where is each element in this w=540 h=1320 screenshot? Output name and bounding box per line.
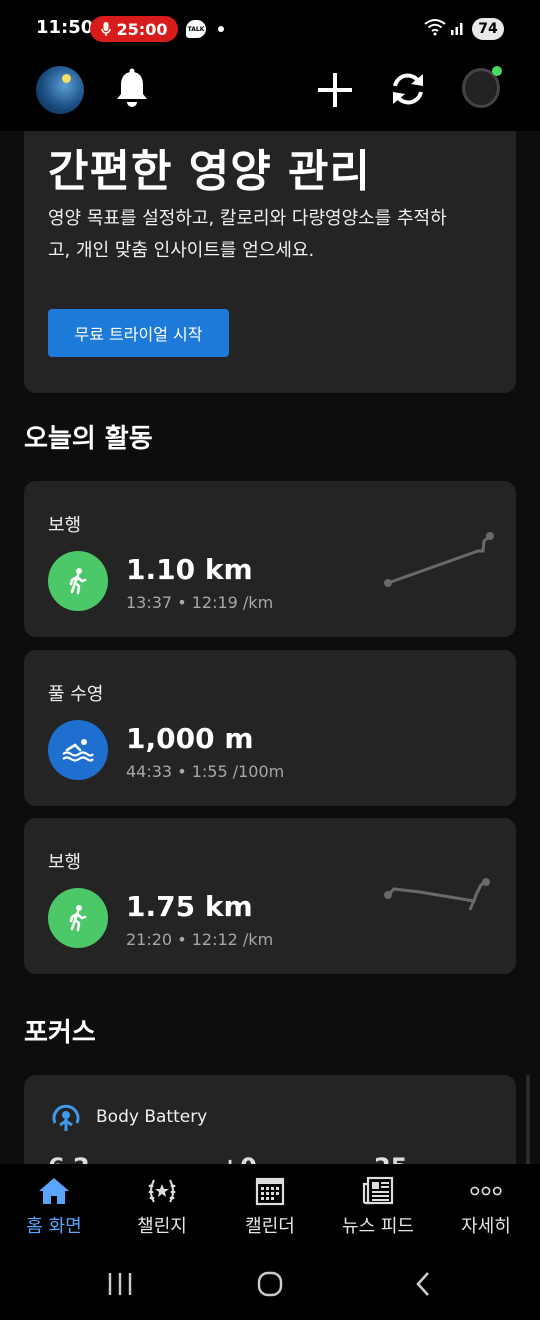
add-button[interactable] — [315, 70, 355, 110]
activity-details: 21:20 • 12:12 /km — [126, 930, 274, 949]
home-icon — [38, 1176, 70, 1206]
nav-newsfeed-label: 뉴스 피드 — [342, 1216, 414, 1237]
device-watch-button[interactable] — [460, 64, 504, 112]
bell-icon[interactable] — [114, 68, 150, 108]
body-battery-icon — [52, 1104, 80, 1131]
nav-home[interactable]: 홈 화면 — [0, 1164, 108, 1248]
nav-more-label: 자세히 — [461, 1216, 511, 1237]
nav-challenges[interactable]: 챌린지 — [108, 1164, 216, 1248]
body-battery-label: Body Battery — [96, 1107, 208, 1127]
activity-distance: 1.75 km — [126, 890, 253, 923]
home-system-button[interactable] — [256, 1270, 284, 1298]
back-button[interactable] — [410, 1270, 438, 1298]
route-map-thumbnail — [384, 878, 490, 911]
recording-timer: 25:00 — [116, 19, 168, 39]
nav-calendar[interactable]: 캘린더 — [216, 1164, 324, 1248]
bottom-navigation: 홈 화면 챌린지 캘린더 뉴스 피드 자세히 — [0, 1164, 540, 1248]
start-trial-button[interactable]: 무료 트라이얼 시작 — [48, 309, 229, 357]
talk-notification-icon: TALK — [186, 20, 206, 38]
wifi-icon — [424, 19, 446, 36]
walk-icon — [48, 888, 108, 948]
activity-type: 풀 수영 — [48, 684, 104, 705]
avatar[interactable] — [36, 66, 84, 114]
laurel-icon — [146, 1176, 178, 1206]
nav-newsfeed[interactable]: 뉴스 피드 — [324, 1164, 432, 1248]
activities-section-title: 오늘의 활동 — [24, 424, 153, 454]
route-map-thumbnail — [384, 532, 494, 587]
nav-calendar-label: 캘린더 — [245, 1216, 295, 1237]
activity-distance: 1.10 km — [126, 553, 253, 586]
newspaper-icon — [362, 1176, 394, 1206]
activity-card[interactable]: 보행 1.10 km 13:37 • 12:19 /km — [24, 481, 516, 637]
walk-icon — [48, 551, 108, 611]
activity-distance: 1,000 m — [126, 722, 254, 755]
status-time: 11:50 — [36, 17, 94, 38]
activity-type: 보행 — [48, 852, 82, 873]
activity-type: 보행 — [48, 515, 82, 536]
promo-description: 영양 목표를 설정하고, 칼로리와 다량영양소를 추적하고, 개인 맞춤 인사이… — [48, 208, 447, 261]
activity-details: 13:37 • 12:19 /km — [126, 593, 274, 612]
nav-more[interactable]: 자세히 — [432, 1164, 540, 1248]
device-connected-dot — [492, 66, 502, 76]
promo-title: 간편한 영양 관리 — [48, 146, 371, 197]
recent-apps-button[interactable] — [106, 1270, 134, 1298]
system-navigation-bar — [0, 1248, 540, 1320]
activity-card[interactable]: 풀 수영 1,000 m 44:33 • 1:55 /100m — [24, 650, 516, 806]
calendar-icon — [254, 1176, 286, 1206]
nav-home-label: 홈 화면 — [26, 1216, 82, 1237]
more-notifications-dot-icon — [218, 26, 224, 32]
app-header — [0, 56, 540, 131]
status-bar: 11:50 25:00 TALK 74 — [0, 0, 540, 56]
activity-card[interactable]: 보행 1.75 km 21:20 • 12:12 /km — [24, 818, 516, 974]
signal-icon — [451, 23, 463, 35]
more-icon — [470, 1176, 502, 1206]
recording-indicator[interactable]: 25:00 — [90, 16, 178, 42]
focus-section-title: 포커스 — [24, 1018, 96, 1048]
battery-indicator: 74 — [472, 18, 504, 40]
swim-icon — [48, 720, 108, 780]
promo-card: 간편한 영양 관리 영양 목표를 설정하고, 칼로리와 다량영양소를 추적하고,… — [24, 131, 516, 393]
sync-button[interactable] — [387, 68, 429, 110]
nav-challenges-label: 챌린지 — [137, 1216, 187, 1237]
microphone-icon — [100, 21, 111, 36]
next-card-edge — [526, 1075, 530, 1175]
activity-details: 44:33 • 1:55 /100m — [126, 762, 285, 781]
